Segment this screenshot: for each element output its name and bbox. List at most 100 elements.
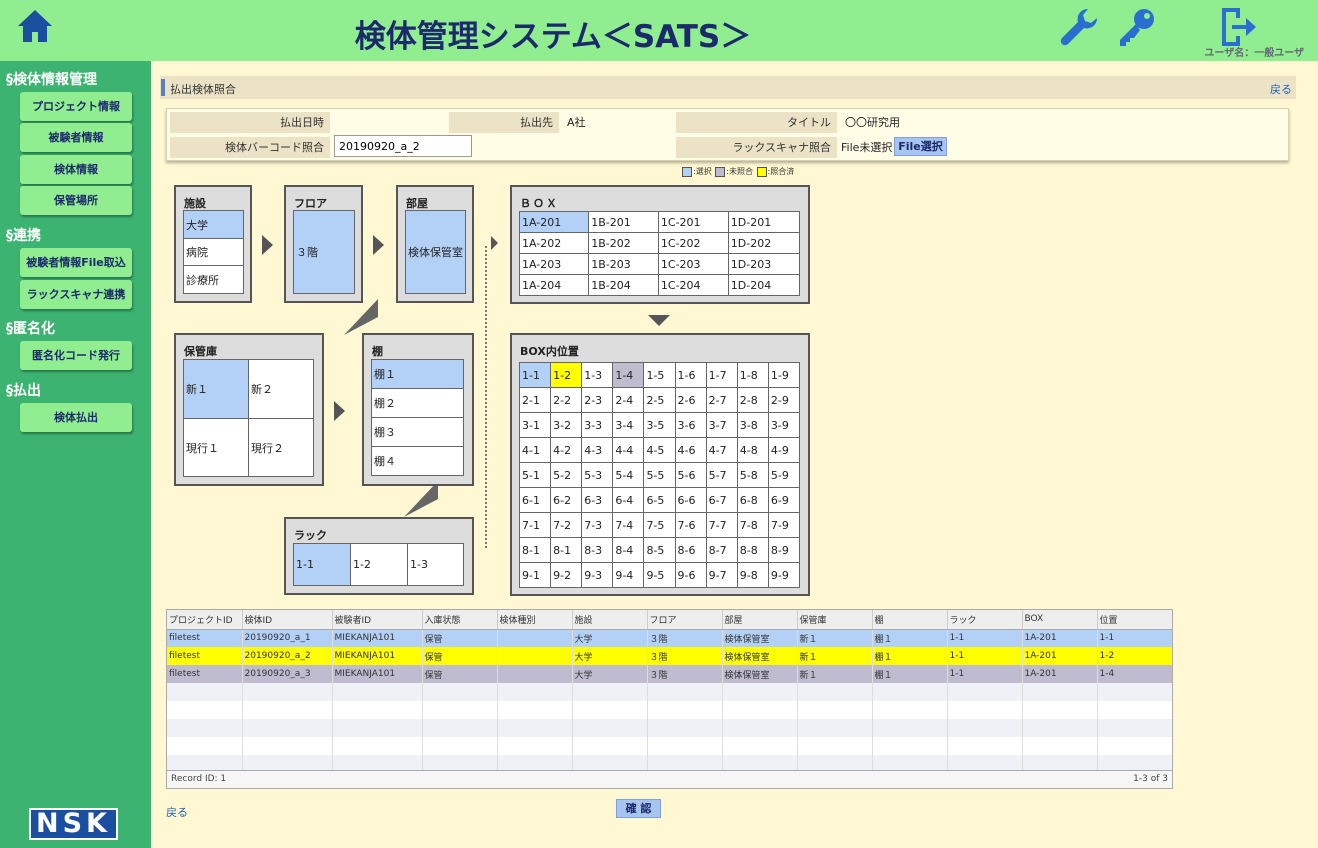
position-cell[interactable]: 2-4 [612, 387, 645, 413]
facility-item-university[interactable]: 大学 [183, 210, 244, 239]
sidebar-item-rack-scanner[interactable]: ラックスキャナ連携 [20, 280, 132, 309]
position-cell[interactable]: 4-4 [612, 437, 645, 463]
position-cell[interactable]: 5-4 [612, 462, 645, 488]
position-cell[interactable]: 7-1 [518, 512, 552, 538]
shelf-item-1[interactable]: 棚１ [371, 359, 464, 389]
position-cell[interactable]: 7-2 [550, 512, 583, 538]
position-cell[interactable]: 3-5 [643, 412, 676, 438]
confirm-button[interactable]: 確 認 [616, 799, 661, 818]
shelf-item-2[interactable]: 棚２ [371, 388, 464, 418]
position-cell[interactable]: 1-5 [643, 362, 676, 388]
position-cell[interactable]: 7-3 [581, 512, 614, 538]
sidebar-item-subject[interactable]: 被験者情報 [20, 123, 132, 152]
shelf-item-3[interactable]: 棚３ [371, 417, 464, 447]
barcode-input[interactable] [334, 135, 472, 157]
position-cell[interactable]: 8-3 [581, 537, 614, 563]
position-cell[interactable]: 8-6 [674, 537, 707, 563]
sidebar-item-storage-location[interactable]: 保管場所 [20, 186, 132, 215]
storage-item-new2[interactable]: 新２ [248, 359, 314, 419]
column-header[interactable]: 検体ID [242, 610, 333, 630]
room-item-specimen-storage[interactable]: 検体保管室 [405, 210, 466, 294]
box-cell[interactable]: 1B-203 [588, 253, 659, 275]
table-row[interactable]: filetest 20190920_a_2 MIEKANJA101 保管 大学 ３階 検体保… [167, 647, 1172, 665]
position-cell[interactable]: 3-7 [705, 412, 738, 438]
position-cell[interactable]: 1-7 [705, 362, 738, 388]
position-cell[interactable]: 7-6 [674, 512, 707, 538]
box-cell[interactable]: 1D-201 [727, 211, 801, 233]
column-header[interactable]: 位置 [1097, 610, 1172, 630]
position-cell[interactable]: 9-4 [612, 562, 645, 588]
column-header[interactable]: 入庫状態 [422, 610, 498, 630]
box-cell[interactable]: 1C-204 [657, 274, 729, 296]
column-header[interactable]: 保管庫 [797, 610, 873, 630]
position-cell[interactable]: 3-4 [612, 412, 645, 438]
shelf-item-4[interactable]: 棚４ [371, 446, 464, 476]
column-header[interactable]: フロア [647, 610, 723, 630]
sidebar-item-specimen[interactable]: 検体情報 [20, 155, 132, 184]
position-cell[interactable]: 5-1 [518, 462, 552, 488]
box-cell[interactable]: 1D-203 [727, 253, 801, 275]
position-cell[interactable]: 5-7 [705, 462, 738, 488]
position-cell[interactable]: 4-7 [705, 437, 738, 463]
box-cell[interactable]: 1D-204 [727, 274, 801, 296]
position-cell[interactable]: 2-5 [643, 387, 676, 413]
position-cell[interactable]: 3-6 [674, 412, 707, 438]
column-header[interactable]: 部屋 [722, 610, 798, 630]
position-cell[interactable]: 5-2 [550, 462, 583, 488]
position-cell[interactable]: 2-9 [767, 387, 801, 413]
sidebar-item-anonymize-code[interactable]: 匿名化コード発行 [20, 341, 132, 370]
position-cell[interactable]: 4-8 [736, 437, 769, 463]
position-cell[interactable]: 9-6 [674, 562, 707, 588]
position-cell[interactable]: 7-4 [612, 512, 645, 538]
position-cell[interactable]: 8-8 [736, 537, 769, 563]
position-cell[interactable]: 1-3 [581, 362, 614, 388]
position-cell[interactable]: 2-2 [550, 387, 583, 413]
box-cell[interactable]: 1C-203 [657, 253, 729, 275]
position-cell[interactable]: 4-2 [550, 437, 583, 463]
table-row[interactable]: filetest 20190920_a_1 MIEKANJA101 保管 大学 ３階 検体保… [167, 629, 1172, 647]
position-cell[interactable]: 8-1 [518, 537, 552, 563]
position-cell[interactable]: 8-7 [705, 537, 738, 563]
file-select-button[interactable]: File選択 [894, 137, 947, 156]
back-link-top[interactable]: 戻る [1270, 81, 1292, 97]
position-cell[interactable]: 2-1 [518, 387, 552, 413]
position-cell[interactable]: 6-7 [705, 487, 738, 513]
key-icon[interactable] [1116, 6, 1158, 48]
facility-item-hospital[interactable]: 病院 [183, 238, 244, 266]
position-cell[interactable]: 6-9 [767, 487, 801, 513]
position-cell[interactable]: 9-9 [767, 562, 801, 588]
box-cell[interactable]: 1A-203 [518, 253, 590, 275]
position-cell[interactable]: 1-9 [767, 362, 801, 388]
box-cell[interactable]: 1A-201 [518, 211, 590, 233]
wrench-icon[interactable] [1058, 6, 1100, 48]
position-cell[interactable]: 4-6 [674, 437, 707, 463]
position-cell[interactable]: 4-9 [767, 437, 801, 463]
position-cell[interactable]: 9-1 [518, 562, 552, 588]
position-cell[interactable]: 5-8 [736, 462, 769, 488]
column-header[interactable]: BOX [1022, 610, 1098, 630]
position-cell[interactable]: 8-4 [612, 537, 645, 563]
position-cell[interactable]: 6-8 [736, 487, 769, 513]
position-cell[interactable]: 3-3 [581, 412, 614, 438]
column-header[interactable]: 棚 [872, 610, 948, 630]
box-cell[interactable]: 1D-202 [727, 232, 801, 254]
position-cell[interactable]: 8-9 [767, 537, 801, 563]
position-cell[interactable]: 6-1 [518, 487, 552, 513]
back-link-bottom[interactable]: 戻る [166, 804, 188, 820]
position-cell[interactable]: 1-4 [612, 362, 645, 388]
position-cell[interactable]: 5-6 [674, 462, 707, 488]
floor-item-3f[interactable]: ３階 [293, 210, 355, 294]
position-cell[interactable]: 1-1 [518, 362, 552, 388]
box-cell[interactable]: 1A-202 [518, 232, 590, 254]
box-cell[interactable]: 1B-202 [588, 232, 659, 254]
position-cell[interactable]: 7-7 [705, 512, 738, 538]
position-cell[interactable]: 3-9 [767, 412, 801, 438]
storage-item-new1[interactable]: 新１ [183, 359, 249, 419]
position-cell[interactable]: 8-5 [643, 537, 676, 563]
rack-item-1-2[interactable]: 1-2 [350, 543, 408, 586]
position-cell[interactable]: 5-3 [581, 462, 614, 488]
sidebar-item-specimen-dispense[interactable]: 検体払出 [20, 403, 132, 432]
position-cell[interactable]: 6-2 [550, 487, 583, 513]
position-cell[interactable]: 2-3 [581, 387, 614, 413]
table-row[interactable]: filetest 20190920_a_3 MIEKANJA101 保管 大学 ３階 検体保… [167, 665, 1172, 683]
